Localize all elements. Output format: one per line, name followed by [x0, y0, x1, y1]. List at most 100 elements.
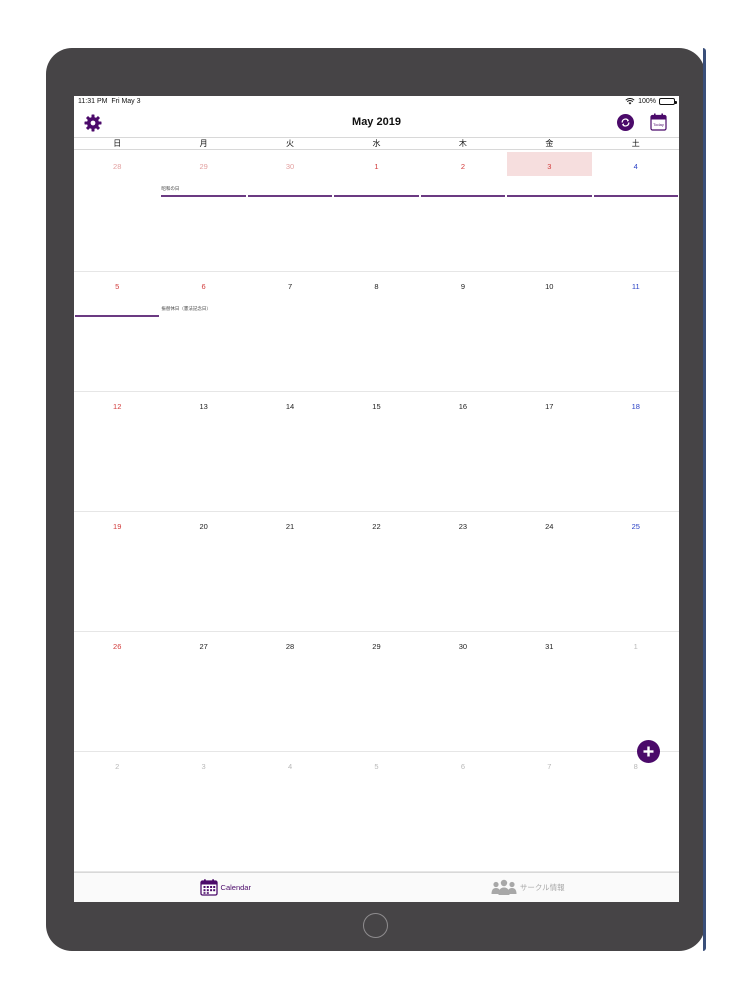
week-row: 5 6 振替休日（憲法記念日） 7 8 9 10 11 [74, 272, 679, 392]
day-number: 24 [545, 522, 554, 531]
wifi-icon [625, 98, 635, 105]
day-number: 29 [372, 642, 381, 651]
day-cell[interactable]: 1 [333, 152, 419, 271]
day-number: 29 [199, 162, 208, 171]
status-time-text: 11:31 PM [78, 98, 108, 105]
day-cell[interactable]: 27 [160, 632, 246, 751]
day-cell[interactable]: 30 [247, 152, 333, 271]
day-cell[interactable]: 16 [420, 392, 506, 511]
nav-bar: May 2019 Today [74, 109, 679, 137]
day-cell[interactable]: 13 [160, 392, 246, 511]
day-cell[interactable]: 8 [593, 752, 679, 871]
day-number: 5 [374, 762, 379, 771]
day-number: 7 [287, 282, 293, 291]
day-number: 26 [113, 642, 122, 651]
event-bar[interactable] [247, 195, 333, 197]
day-cell[interactable]: 5 [333, 752, 419, 871]
day-number: 28 [113, 162, 122, 171]
day-cell[interactable]: 29 [333, 632, 419, 751]
day-cell[interactable]: 30 [420, 632, 506, 751]
day-cell[interactable]: 24 [506, 512, 592, 631]
day-cell[interactable]: 19 [74, 512, 160, 631]
day-cell[interactable]: 22 [333, 512, 419, 631]
day-cell[interactable]: 29 昭和の日 [160, 152, 246, 271]
sync-button[interactable] [617, 114, 634, 131]
day-cell[interactable]: 12 [74, 392, 160, 511]
day-cell[interactable]: 7 [506, 752, 592, 871]
event-label: 振替休日（憲法記念日） [161, 307, 211, 312]
day-number: 17 [545, 402, 554, 411]
month-title: May 2019 [352, 116, 401, 128]
home-button[interactable] [363, 913, 388, 938]
day-number: 11 [631, 282, 640, 291]
tab-circle-info-label: サークル情報 [519, 883, 565, 892]
event-bar[interactable] [420, 195, 506, 197]
day-number: 4 [633, 162, 638, 171]
day-cell[interactable]: 28 [74, 152, 160, 271]
day-cell[interactable]: 4 [593, 152, 679, 271]
day-cell[interactable]: 28 [247, 632, 333, 751]
event-bar[interactable] [334, 195, 419, 197]
day-number: 30 [458, 642, 468, 651]
day-number: 30 [285, 162, 295, 171]
day-cell[interactable]: 4 [247, 752, 333, 871]
day-cell[interactable]: 3 [160, 752, 246, 871]
day-cell[interactable]: 2 [74, 752, 160, 871]
day-number: 10 [545, 282, 554, 291]
calendar-icon [199, 879, 218, 896]
day-number: 3 [201, 762, 206, 771]
day-number: 31 [545, 642, 554, 651]
tab-circle-info[interactable]: サークル情報 [377, 873, 680, 902]
day-cell[interactable]: 25 [593, 512, 679, 631]
day-number: 21 [285, 522, 295, 531]
weekday-header: 日 月 火 水 木 金 土 [74, 137, 679, 150]
day-cell[interactable]: 7 [247, 272, 333, 391]
day-number: 15 [372, 402, 381, 411]
add-event-button[interactable] [637, 740, 660, 763]
day-cell[interactable]: 14 [247, 392, 333, 511]
status-time: 11:31 PM Fri May 3 [78, 98, 141, 105]
event-bar[interactable] [161, 195, 246, 197]
day-number: 14 [285, 402, 295, 411]
today-label: Today [653, 122, 664, 127]
day-cell[interactable]: 9 [420, 272, 506, 391]
weekday-fri: 金 [545, 139, 554, 148]
day-number: 12 [113, 402, 122, 411]
day-cell[interactable]: 10 [506, 272, 592, 391]
day-cell[interactable]: 26 [74, 632, 160, 751]
day-cell[interactable]: 20 [160, 512, 246, 631]
tab-bar: Calendar サークル情報 [74, 872, 679, 902]
weekday-tue: 火 [286, 139, 295, 148]
battery-icon [659, 98, 677, 105]
tablet-edge [703, 48, 706, 951]
event-bar[interactable] [507, 195, 592, 197]
tab-calendar[interactable]: Calendar [74, 873, 377, 902]
day-cell[interactable]: 31 [506, 632, 592, 751]
event-bar[interactable] [593, 195, 678, 197]
day-cell[interactable]: 15 [333, 392, 419, 511]
week-row: 19 20 21 22 23 24 25 [74, 512, 679, 632]
day-cell[interactable]: 17 [506, 392, 592, 511]
day-cell[interactable]: 8 [333, 272, 419, 391]
day-number: 18 [631, 402, 640, 411]
day-cell[interactable]: 2 [420, 152, 506, 271]
day-number: 1 [633, 642, 638, 651]
day-cell[interactable]: 23 [420, 512, 506, 631]
day-cell[interactable]: 6 振替休日（憲法記念日） [160, 272, 246, 391]
event-bar[interactable] [75, 315, 160, 317]
day-cell[interactable]: 1 [593, 632, 679, 751]
day-cell[interactable]: 6 [420, 752, 506, 871]
calendar-grid: 28 29 昭和の日 30 1 2 3 4 5 6 振替休日（憲法記念日） 7 8 9 10 11 12 13 14… [74, 152, 679, 872]
week-row: 12 13 14 15 16 17 18 [74, 392, 679, 512]
app-screen: 11:31 PM Fri May 3 100% May 2019 Today 日… [74, 96, 679, 902]
plus-icon [643, 746, 654, 757]
status-bar: 11:31 PM Fri May 3 100% [74, 96, 679, 109]
day-cell[interactable]: 5 [74, 272, 160, 391]
today-calendar-icon[interactable]: Today [650, 113, 667, 131]
day-number: 8 [633, 762, 638, 771]
day-cell[interactable]: 18 [593, 392, 679, 511]
day-cell[interactable]: 3 [506, 152, 592, 271]
day-cell[interactable]: 11 [593, 272, 679, 391]
day-number: 28 [285, 642, 295, 651]
day-cell[interactable]: 21 [247, 512, 333, 631]
